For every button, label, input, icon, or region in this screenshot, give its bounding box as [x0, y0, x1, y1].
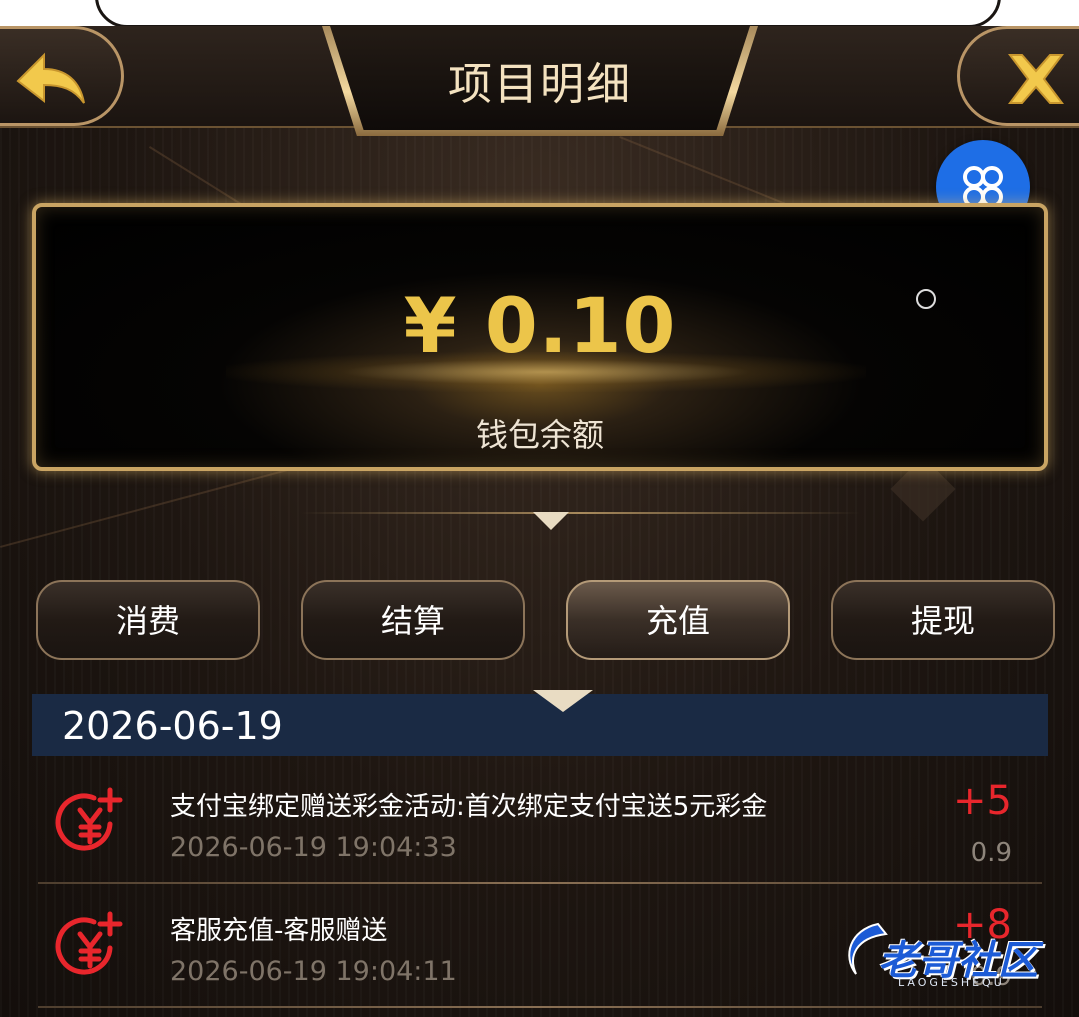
close-button[interactable]: [957, 26, 1079, 126]
balance-label: 钱包余额: [475, 416, 604, 454]
bg-line: [0, 463, 310, 548]
transaction-time: 2026-06-19 19:04:11: [170, 956, 457, 987]
date-group-label: 2026-06-19: [62, 704, 283, 748]
row-divider: [38, 1006, 1042, 1008]
close-icon: [1008, 54, 1064, 104]
status-pill: [95, 0, 1001, 28]
tab-recharge[interactable]: 充值: [566, 580, 790, 660]
header: 项目明细: [0, 26, 1079, 136]
watermark-subtext: LAOGESHEQU: [898, 976, 1005, 989]
transaction-description: 支付宝绑定赠送彩金活动:首次绑定支付宝送5元彩金: [170, 792, 768, 822]
back-button[interactable]: [0, 26, 124, 126]
transaction-description: 客服充值-客服赠送: [170, 916, 388, 946]
transaction-amount: +5: [953, 778, 1012, 824]
yuan-plus-icon: [55, 787, 123, 851]
category-tabs: 消费 结算 充值 提现: [0, 580, 1079, 664]
transaction-balance: 0.9: [970, 838, 1012, 868]
transaction-time: 2026-06-19 19:04:33: [170, 832, 457, 863]
back-arrow-icon: [16, 52, 85, 104]
tab-consume[interactable]: 消费: [36, 580, 260, 660]
tab-pointer-icon: [533, 690, 593, 712]
watermark-logo: 老哥社区 LAOGESHEQU: [838, 910, 1068, 990]
divider-line: [300, 512, 860, 514]
tab-settlement[interactable]: 结算: [301, 580, 525, 660]
balance-amount: ¥ 0.10: [403, 281, 677, 370]
refresh-icon[interactable]: [916, 289, 936, 309]
tab-withdraw[interactable]: 提现: [831, 580, 1055, 660]
page-title: 项目明细: [448, 59, 632, 110]
status-strip: [0, 0, 1079, 28]
yuan-plus-icon: [55, 911, 123, 975]
transaction-row[interactable]: 支付宝绑定赠送彩金活动:首次绑定支付宝送5元彩金 2026-06-19 19:0…: [32, 760, 1048, 884]
divider-arrow-icon: [533, 512, 569, 530]
wallet-balance-card: ¥ 0.10 钱包余额: [32, 203, 1048, 471]
